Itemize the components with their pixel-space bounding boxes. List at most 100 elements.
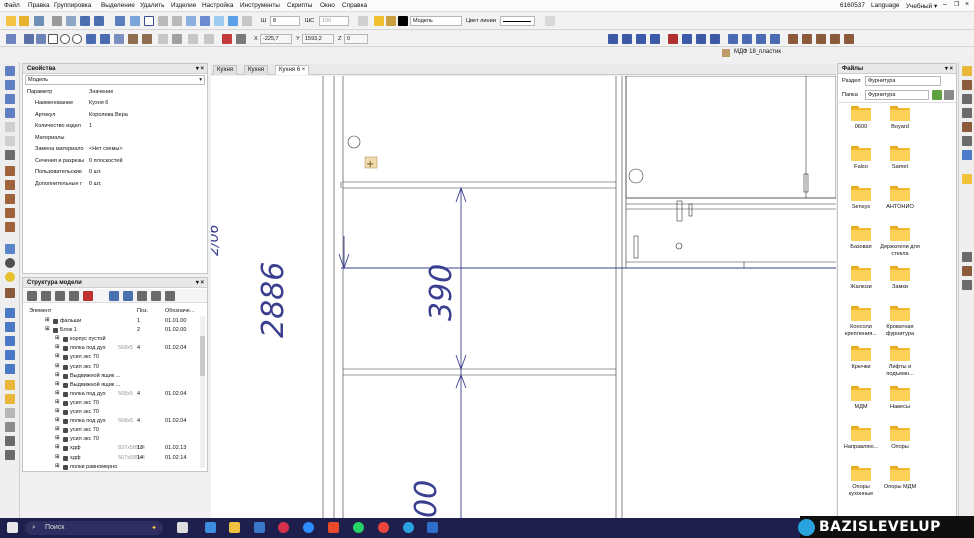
cube-side-icon[interactable] [5,94,15,104]
print-icon[interactable] [52,16,62,26]
arc-tool-icon[interactable] [72,34,82,44]
section-select[interactable]: Фурнитура [865,76,941,86]
expand-icon[interactable]: ⊞ [55,435,60,441]
expand-icon[interactable]: ⊞ [55,381,60,387]
folder-item[interactable]: Boyard [880,106,920,144]
warning-icon[interactable] [5,272,15,282]
folder-item[interactable]: МДМ [841,386,881,424]
drawer-tool-icon[interactable] [142,34,152,44]
yellow-icon-1[interactable] [5,380,15,390]
blue-icon-1[interactable] [5,308,15,318]
explorer-icon[interactable] [229,522,240,533]
line-tool-icon[interactable] [24,34,34,44]
menu-group[interactable]: Группировка [54,2,91,9]
folder-item[interactable]: Опоры [880,426,920,464]
menu-help[interactable]: Справка [342,2,367,9]
tree-row[interactable]: ⊞ усил экс 70 [23,353,201,362]
property-value[interactable]: <Нет схемы> [89,146,123,152]
view-back-icon[interactable] [622,34,632,44]
render-hidden-icon[interactable] [742,34,752,44]
tree-row[interactable]: ⊞ фальши 1 01.01.00 [23,317,201,326]
folder-item[interactable]: Крючки [841,346,881,384]
grey-icon-1[interactable] [5,122,15,132]
array-tool-icon[interactable] [188,34,198,44]
help-icon[interactable] [55,291,65,301]
tree-row[interactable]: ⊞ полка под дух 568x5 4 01.02.04 [23,417,201,426]
menu-window[interactable]: Окно [320,2,335,9]
folder-item[interactable]: Базовая [841,226,881,264]
folder-item[interactable]: Кроватная фурнитура [880,306,920,344]
redo-icon[interactable] [94,16,104,26]
tool-right-icon[interactable] [962,94,972,104]
expand-icon[interactable]: ⊞ [55,344,60,350]
menu-delete[interactable]: Удалить [140,2,164,9]
cube-front-icon[interactable] [5,66,15,76]
render-wire-icon[interactable] [728,34,738,44]
highlight-icon[interactable] [962,174,972,184]
yellow-icon-2[interactable] [5,394,15,404]
panel-icon[interactable] [5,180,15,190]
save-icon[interactable] [34,16,44,26]
folder-select[interactable]: Фурнитура [865,90,929,100]
magnet-icon[interactable] [144,16,154,26]
lock-icon[interactable] [386,16,396,26]
tool-right-4-icon[interactable] [962,136,972,146]
view-front-icon[interactable] [608,34,618,44]
mirror-tool-icon[interactable] [172,34,182,44]
more-icon[interactable] [545,16,555,26]
polyline-tool-icon[interactable] [36,34,46,44]
menu-edit[interactable]: Правка [28,2,50,9]
chrome-icon[interactable] [378,522,389,533]
expand-icon[interactable]: ⊞ [55,444,60,450]
refresh-icon[interactable] [932,90,942,100]
measure-icon[interactable] [200,16,210,26]
draw-tool-icon[interactable] [6,34,16,44]
furniture-b-icon[interactable] [802,34,812,44]
options-icon[interactable] [165,291,175,301]
new-file-icon[interactable] [6,16,16,26]
tree-row[interactable]: ⊞ Выдвижной ящик ... [23,372,201,381]
tab-kitchen-6[interactable]: Кухня 6 × [275,65,310,75]
cut-tool-icon[interactable] [204,34,214,44]
text-icon[interactable] [5,364,15,374]
select-icon[interactable] [214,16,224,26]
folder-item[interactable]: АНТОНИО [880,186,920,224]
folder-item[interactable]: Навесы [880,386,920,424]
furniture-a-icon[interactable] [788,34,798,44]
list-icon[interactable] [151,291,161,301]
cube-top-icon[interactable] [5,80,15,90]
scrollbar-thumb[interactable] [200,336,205,376]
tree-row[interactable]: ⊞ Выдвижной ящик ... [23,381,201,390]
menu-tools[interactable]: Инструменты [240,2,280,9]
tree-row[interactable]: ⊞ полки равномерно [23,463,201,472]
expand-icon[interactable]: ⊞ [55,463,60,469]
y-coordinate[interactable]: 1593,2 [302,34,334,44]
expand-icon[interactable]: ⊞ [55,426,60,432]
copy-tool-icon[interactable] [158,34,168,44]
material-side-icon[interactable] [5,288,15,298]
close-icon[interactable]: ▾ × [196,64,204,74]
box-icon[interactable] [5,166,15,176]
furniture-c-icon[interactable] [816,34,826,44]
property-value[interactable]: 0 плоскостей [89,158,123,164]
folder-item[interactable]: Жалюзи [841,266,881,304]
folder-item[interactable]: Направляю... [841,426,881,464]
expand-icon[interactable]: ⊞ [55,335,60,341]
z-coordinate[interactable]: 0 [344,34,368,44]
expand-icon[interactable]: ⊞ [55,390,60,396]
expand-icon[interactable]: ⊞ [55,353,60,359]
render-texture-icon[interactable] [770,34,780,44]
cabinet-icon[interactable] [5,194,15,204]
folder-open-icon[interactable] [962,66,972,76]
tree-row[interactable]: ⊞ хдф 567x589x4 14 01.02.14 [23,454,201,463]
view-iso2-icon[interactable] [710,34,720,44]
close-icon[interactable]: × [965,1,969,8]
mode-menu[interactable]: Учебный ▾ [906,2,937,10]
maximize-icon[interactable]: ❐ [954,1,959,8]
telegram-icon[interactable] [403,522,414,533]
close-icon[interactable]: ▾ × [945,64,953,74]
zoom-icon[interactable] [5,350,15,360]
bazis-active-icon[interactable] [427,522,438,533]
folder-item[interactable]: Опоры кухонные [841,466,881,504]
tree-row[interactable]: ⊞ усил экс 70 [23,399,201,408]
